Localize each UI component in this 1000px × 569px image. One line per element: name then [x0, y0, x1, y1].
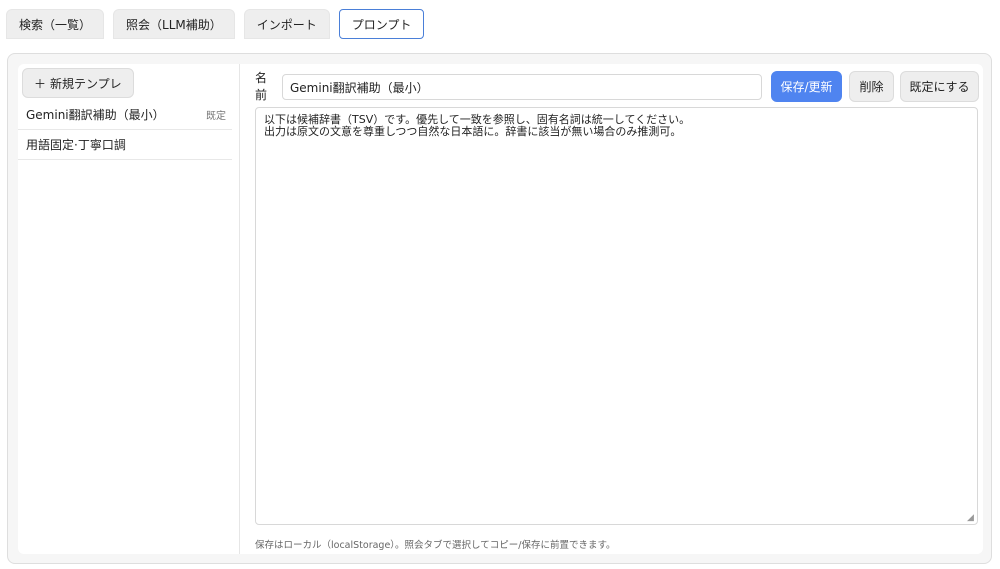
template-editor: 名前 保存/更新 削除 既定にする 以下は候補辞書（TSV）です。優先して一致を…: [240, 64, 983, 554]
tab-import[interactable]: インポート: [243, 9, 330, 39]
template-item-terms-polite[interactable]: 用語固定·丁寧口調: [18, 130, 232, 160]
tab-inquiry-llm[interactable]: 照会（LLM補助）: [113, 9, 235, 39]
tab-bar: 検索（一覧） 照会（LLM補助） インポート プロンプト: [6, 9, 425, 39]
name-label: 名前: [255, 71, 268, 102]
tab-search-list[interactable]: 検索（一覧）: [6, 9, 105, 39]
plus-icon: ＋: [34, 76, 47, 91]
delete-button[interactable]: 削除: [849, 71, 894, 102]
prompt-panel: ＋ 新規テンプレ Gemini翻訳補助（最小） 既定 用語固定·丁寧口調 名前 …: [7, 53, 992, 564]
template-name-input[interactable]: [282, 74, 762, 100]
tab-prompt[interactable]: プロンプト: [338, 9, 425, 39]
template-item-gemini[interactable]: Gemini翻訳補助（最小） 既定: [18, 100, 232, 130]
set-default-button[interactable]: 既定にする: [900, 71, 979, 102]
resize-grip-icon[interactable]: ◢: [967, 514, 976, 523]
new-template-button[interactable]: ＋ 新規テンプレ: [22, 68, 134, 98]
prompt-textarea[interactable]: 以下は候補辞書（TSV）です。優先して一致を参照し、固有名詞は統一してください。…: [255, 107, 978, 525]
template-list: Gemini翻訳補助（最小） 既定 用語固定·丁寧口調: [18, 100, 232, 160]
template-sidebar: ＋ 新規テンプレ Gemini翻訳補助（最小） 既定 用語固定·丁寧口調: [18, 64, 240, 554]
new-template-label: 新規テンプレ: [50, 76, 122, 91]
template-item-name: Gemini翻訳補助（最小）: [26, 108, 165, 122]
save-update-button[interactable]: 保存/更新: [771, 71, 842, 102]
template-item-name: 用語固定·丁寧口調: [26, 138, 126, 152]
storage-footnote: 保存はローカル（localStorage）。照会タブで選択してコピー/保存に前置…: [255, 540, 616, 551]
default-badge: 既定: [206, 111, 226, 122]
